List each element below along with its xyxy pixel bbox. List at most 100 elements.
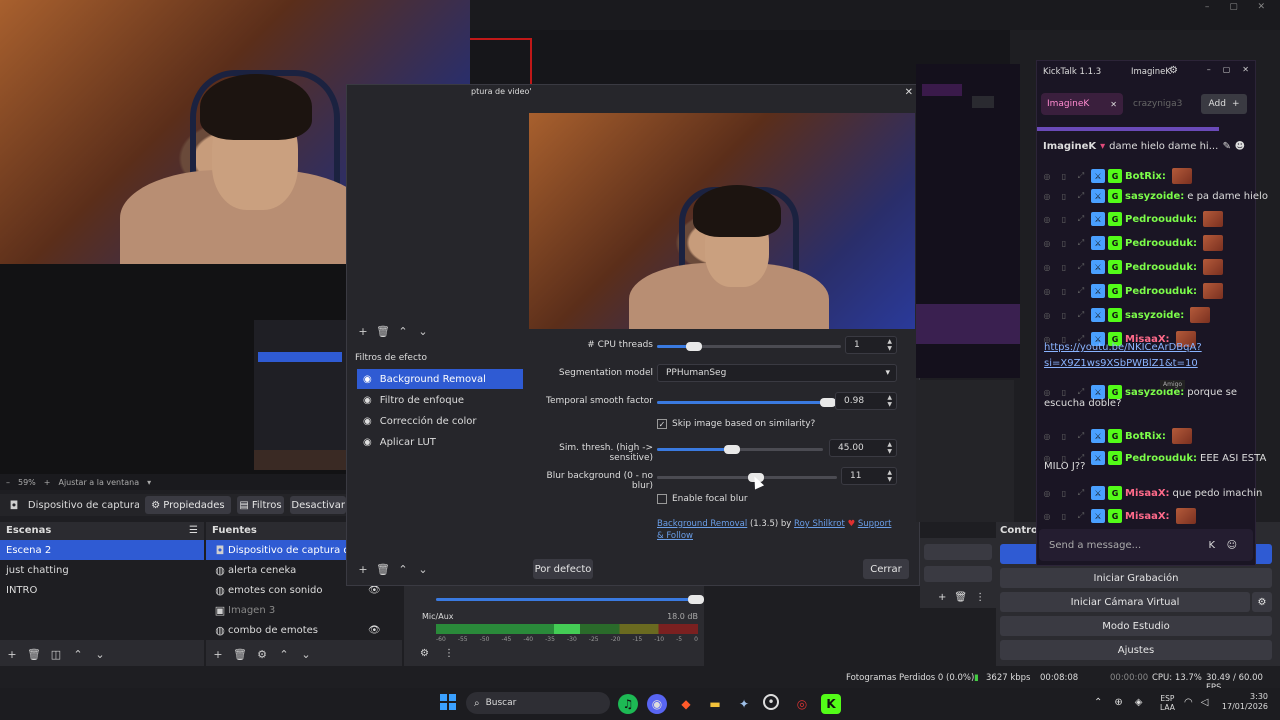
properties-button[interactable]: ⚙ Propiedades [145, 496, 231, 514]
maximize-icon[interactable]: ▢ [1223, 65, 1231, 74]
source-item[interactable]: ▣ Imagen 3 [206, 600, 402, 620]
author-link[interactable]: Roy Shilkrot [794, 519, 845, 529]
blur-background-input[interactable]: 11 ▲ ▼ [841, 467, 897, 485]
chat-username[interactable]: MisaaX: [1125, 488, 1170, 499]
maximize-icon[interactable]: ▢ [1229, 2, 1238, 14]
chat-username[interactable]: BotRix: [1125, 171, 1166, 182]
chat-message[interactable]: ◎ ▯ ⤢ ⚔ Gsasyzoide: porque se [1040, 385, 1237, 399]
mod-action-icon[interactable]: ◎ [1040, 432, 1054, 441]
gear-icon[interactable]: ⚙ [254, 646, 270, 662]
plugin-link[interactable]: Background Removal [657, 519, 747, 529]
chat-message[interactable]: ◎ ▯ ⤢ ⚔ Gsasyzoide: [1040, 307, 1211, 323]
move-up-icon[interactable]: ⌃ [395, 561, 411, 577]
spotify-icon[interactable]: ♫ [618, 694, 638, 714]
filter-item[interactable]: ◉ Aplicar LUT [357, 432, 523, 452]
windows-start-icon[interactable] [440, 694, 456, 710]
wifi-icon[interactable]: ◠ [1184, 697, 1193, 708]
zoom-mode[interactable]: Ajustar a la ventana [58, 478, 139, 487]
user-icon[interactable]: ☻ [1235, 141, 1245, 152]
mod-action-icon[interactable]: ◎ [1040, 489, 1054, 498]
discord-icon[interactable]: ◉ [647, 694, 667, 714]
obs-window-controls[interactable]: – ▢ ✕ [1195, 2, 1275, 14]
chat-message[interactable]: ◎ ▯ ⤢ ⚔ G MisaaX: que pedo imachin [1040, 486, 1262, 500]
mod-action-icon[interactable]: ◎ [1040, 311, 1054, 320]
mod-action-icon[interactable]: ▯ [1057, 432, 1071, 441]
chat-username[interactable]: Pedroouduk: [1125, 238, 1197, 249]
chat-message[interactable]: ◎ ▯ ⤢ ⚔ G Pedroouduk: [1040, 259, 1223, 275]
minimize-icon[interactable]: – [1205, 2, 1210, 14]
trash-icon[interactable]: 🗑 [26, 646, 42, 662]
chat-username[interactable]: Pedroouduk: [1125, 214, 1197, 225]
chat-message[interactable]: ◎ ▯ ⤢ ⚔ G Pedroouduk: [1040, 235, 1223, 251]
controller-icon[interactable]: ⊕ [1114, 697, 1122, 708]
zoom-minus-icon[interactable]: – [6, 478, 10, 487]
volume-icon[interactable]: ◁ [1201, 697, 1209, 708]
move-down-icon[interactable]: ⌄ [415, 561, 431, 577]
mod-action-icon[interactable]: ▯ [1057, 287, 1071, 296]
add-icon[interactable]: + [4, 646, 20, 662]
mod-action-icon[interactable]: ▯ [1057, 512, 1071, 521]
add-icon[interactable]: + [938, 592, 946, 603]
source-item[interactable]: ◍ combo de emotes 👁 [206, 620, 402, 640]
clock[interactable]: 3:30 17/01/2026 [1218, 692, 1268, 712]
tab-crazyniga3[interactable]: crazyniga3 [1133, 99, 1182, 109]
chrome-icon[interactable]: ◎ [792, 694, 812, 714]
chevron-up-icon[interactable]: ⌃ [1094, 697, 1102, 708]
cpu-threads-slider[interactable] [657, 342, 841, 351]
trash-icon[interactable]: 🗑 [232, 646, 248, 662]
chat-message[interactable]: ◎ ▯ ⤢ ⚔ Gsasyzoide: e pa dame hielo [1040, 189, 1268, 203]
message-input[interactable]: Send a message... K ☺ [1039, 529, 1253, 561]
steam-icon[interactable]: ✦ [734, 694, 754, 714]
mod-action-icon[interactable]: ◎ [1040, 239, 1054, 248]
mod-action-icon[interactable]: ▯ [1057, 192, 1071, 201]
tab-imaginek[interactable]: ImagineK ✕ [1041, 93, 1123, 115]
chat-message[interactable]: ◎ ▯ ⤢ ⚔ G BotRix: [1040, 428, 1192, 444]
folder-icon[interactable]: ▬ [705, 694, 725, 714]
mod-action-icon[interactable]: ⤢ [1074, 387, 1088, 397]
start-recording-button[interactable]: Iniciar Grabación [1000, 568, 1272, 588]
virtual-cam-settings-button[interactable]: ⚙ [1252, 592, 1272, 612]
transition-select[interactable] [924, 544, 992, 560]
mod-action-icon[interactable]: ▯ [1057, 311, 1071, 320]
chat-message[interactable]: ◎ ▯ ⤢ ⚔ G BotRix: [1040, 168, 1192, 184]
close-icon[interactable]: ✕ [1242, 65, 1249, 74]
mod-action-icon[interactable]: ▯ [1057, 388, 1071, 397]
filter-item[interactable]: ◉ Background Removal [357, 369, 523, 389]
mod-action-icon[interactable]: ▯ [1057, 263, 1071, 272]
chat-username[interactable]: BotRix: [1125, 431, 1166, 442]
kick-emote-icon[interactable]: K [1208, 540, 1215, 551]
add-tab-button[interactable]: Add + [1201, 94, 1247, 114]
eye-icon[interactable]: 👁 [368, 585, 381, 596]
eye-icon[interactable]: ◉ [363, 374, 372, 385]
chat-username[interactable]: MisaaX: [1125, 511, 1170, 522]
duration-input[interactable] [924, 566, 992, 582]
mod-action-icon[interactable]: ⤢ [1074, 431, 1088, 441]
filter-icon[interactable]: ◫ [48, 646, 64, 662]
trash-icon[interactable]: 🗑 [954, 592, 967, 603]
temporal-smooth-input[interactable]: 0.98 ▲ ▼ [835, 392, 897, 410]
scene-item[interactable]: INTRO [0, 580, 204, 600]
mod-action-icon[interactable]: ⤢ [1074, 238, 1088, 248]
blur-background-slider[interactable] [657, 473, 837, 482]
chat-message[interactable]: ◎ ▯ ⤢ ⚔ G MisaaX: [1040, 508, 1196, 524]
mod-action-icon[interactable]: ◎ [1040, 172, 1054, 181]
filter-item[interactable]: ◉ Corrección de color [357, 411, 523, 431]
mod-action-icon[interactable]: ⤢ [1074, 214, 1088, 224]
mod-action-icon[interactable]: ▯ [1057, 172, 1071, 181]
mod-action-icon[interactable]: ▯ [1057, 239, 1071, 248]
chat-link[interactable]: https://youtu.be/NKICeArDBqA? [1044, 342, 1202, 353]
defaults-button[interactable]: Por defecto [533, 559, 593, 579]
more-icon[interactable]: ⋮ [975, 592, 985, 603]
mod-action-icon[interactable]: ▯ [1057, 489, 1071, 498]
scene-item[interactable]: Escena 2 [0, 540, 204, 560]
chat-link[interactable]: si=X9Z1ws9XSbPWBlZ1&t=10 [1044, 358, 1198, 369]
kick-icon[interactable]: K [821, 694, 841, 714]
gear-icon[interactable]: ⚙ [1169, 65, 1178, 76]
temporal-smooth-slider[interactable] [657, 398, 836, 407]
move-down-icon[interactable]: ⌄ [92, 646, 108, 662]
eye-icon[interactable]: ◉ [363, 395, 372, 406]
trash-icon[interactable]: 🗑 [375, 323, 391, 339]
move-up-icon[interactable]: ⌃ [70, 646, 86, 662]
mod-action-icon[interactable]: ◎ [1040, 215, 1054, 224]
segmentation-model-select[interactable]: PPHumanSeg ▾ [657, 364, 897, 382]
